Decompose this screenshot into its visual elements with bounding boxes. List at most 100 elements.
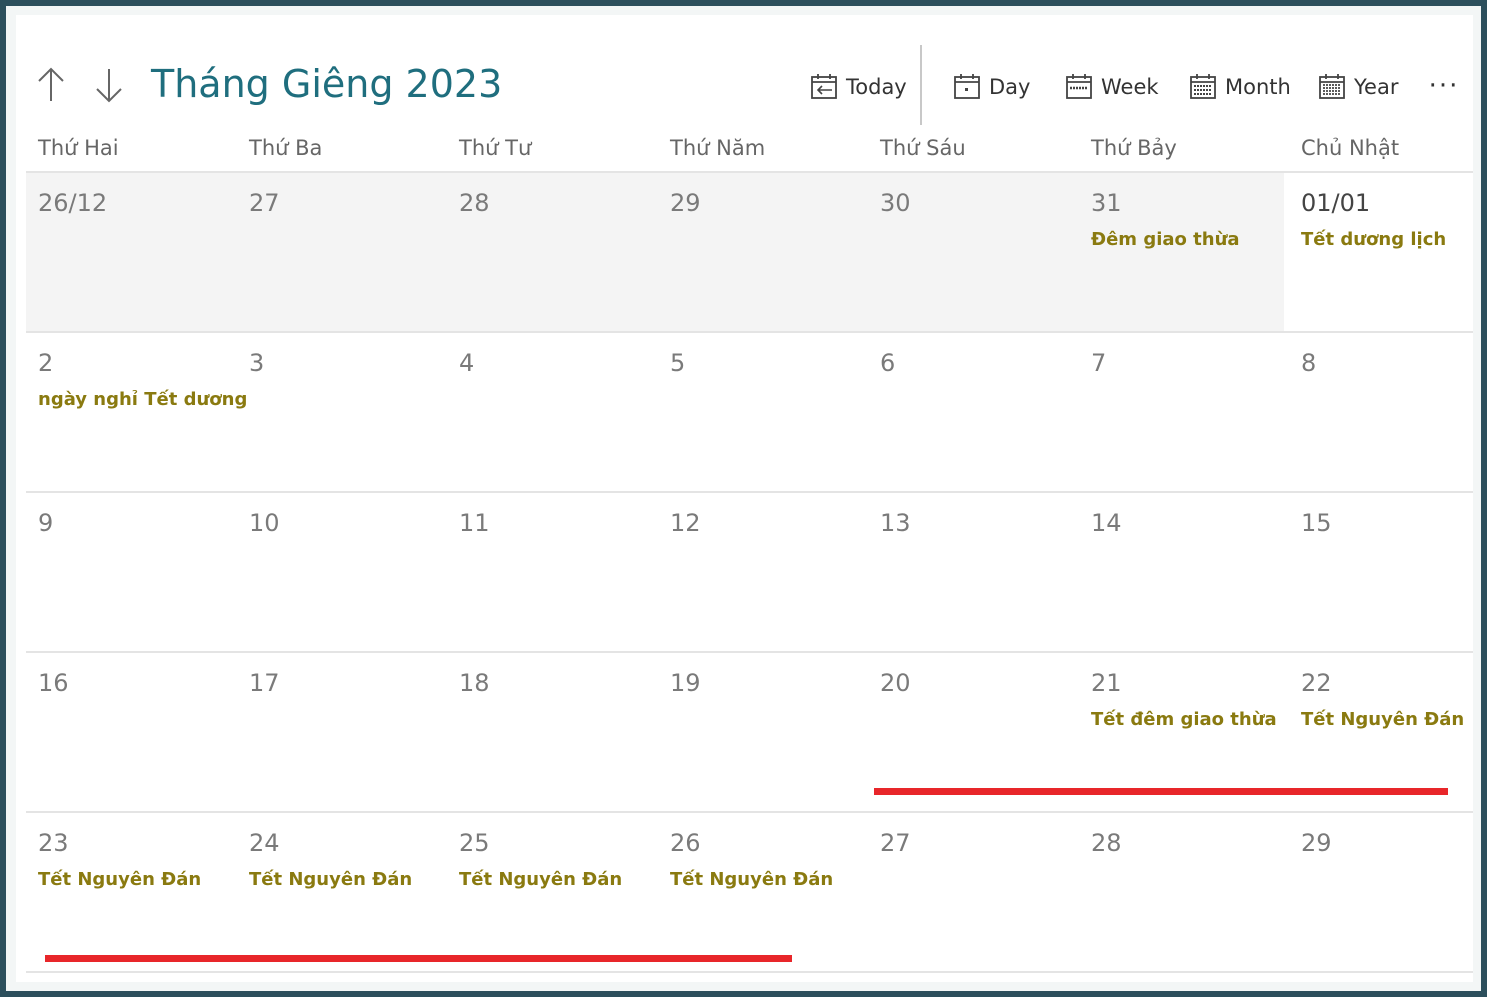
holiday-event[interactable]: Tết Nguyên Đán <box>459 869 622 890</box>
toolbar-separator <box>920 45 922 125</box>
day-cell[interactable]: 27 <box>237 173 447 331</box>
day-cell[interactable]: 25 Tết Nguyên Đán <box>447 813 657 971</box>
day-number: 15 <box>1301 509 1332 537</box>
day-number: 13 <box>880 509 911 537</box>
day-number: 24 <box>249 829 280 857</box>
next-month-button[interactable] <box>92 65 126 105</box>
holiday-event[interactable]: Đêm giao thừa <box>1091 229 1240 250</box>
day-cell[interactable]: 11 <box>447 493 657 651</box>
holiday-event[interactable]: Tết dương lịch <box>1301 229 1446 250</box>
highlight-underline <box>45 955 792 962</box>
day-cell[interactable]: 30 <box>868 173 1078 331</box>
grid-line <box>26 971 1473 973</box>
calendar-month-icon <box>1190 74 1216 99</box>
day-cell[interactable]: 10 <box>237 493 447 651</box>
day-cell[interactable]: 26/12 <box>26 173 236 331</box>
day-number: 3 <box>249 349 265 377</box>
arrow-down-icon <box>96 69 122 103</box>
day-number: 29 <box>1301 829 1332 857</box>
weekday-wednesday: Thứ Tư <box>459 136 532 160</box>
day-number: 20 <box>880 669 911 697</box>
holiday-event[interactable]: Tết Nguyên Đán <box>38 869 201 890</box>
day-number: 11 <box>459 509 490 537</box>
month-title: Tháng Giêng 2023 <box>151 62 503 106</box>
holiday-event[interactable]: Tết Nguyên Đán <box>670 869 833 890</box>
day-cell[interactable]: 29 <box>1289 813 1473 971</box>
day-number: 18 <box>459 669 490 697</box>
day-cell[interactable]: 2 ngày nghỉ Tết dương <box>26 333 247 491</box>
day-number: 28 <box>459 189 490 217</box>
day-number: 4 <box>459 349 475 377</box>
day-number: 31 <box>1091 189 1122 217</box>
day-cell[interactable]: 4 <box>447 333 657 491</box>
more-options-button[interactable]: ··· <box>1426 71 1462 101</box>
day-number: 5 <box>670 349 686 377</box>
day-number: 16 <box>38 669 69 697</box>
day-number: 28 <box>1091 829 1122 857</box>
today-label: Today <box>846 75 907 99</box>
year-label: Year <box>1354 75 1399 99</box>
calendar-today-icon <box>811 74 837 99</box>
day-cell[interactable]: 7 <box>1079 333 1289 491</box>
day-number: 30 <box>880 189 911 217</box>
day-cell[interactable]: 12 <box>658 493 868 651</box>
day-cell[interactable]: 01/01 Tết dương lịch <box>1289 173 1473 331</box>
screenshot-frame: Tháng Giêng 2023 Today Day Week Month Ye… <box>6 6 1481 991</box>
day-cell[interactable]: 5 <box>658 333 868 491</box>
day-cell[interactable]: 31 Đêm giao thừa <box>1079 173 1289 331</box>
month-view-button[interactable]: Month <box>1189 67 1291 107</box>
day-cell[interactable]: 24 Tết Nguyên Đán <box>237 813 447 971</box>
previous-month-button[interactable] <box>34 65 68 105</box>
holiday-event[interactable]: Tết Nguyên Đán <box>1301 709 1464 730</box>
holiday-event[interactable]: Tết Nguyên Đán <box>249 869 412 890</box>
day-number: 2 <box>38 349 54 377</box>
highlight-underline <box>874 788 1448 795</box>
day-number: 22 <box>1301 669 1332 697</box>
month-label: Month <box>1225 75 1291 99</box>
day-cell[interactable]: 3 <box>237 333 447 491</box>
weekday-saturday: Thứ Bảy <box>1091 136 1177 160</box>
day-cell[interactable]: 19 <box>658 653 868 811</box>
day-number: 17 <box>249 669 280 697</box>
day-number: 26 <box>670 829 701 857</box>
day-number: 25 <box>459 829 490 857</box>
year-view-button[interactable]: Year <box>1318 67 1398 107</box>
today-button[interactable]: Today <box>810 67 907 107</box>
day-number: 19 <box>670 669 701 697</box>
day-number: 9 <box>38 509 54 537</box>
week-view-button[interactable]: Week <box>1065 67 1159 107</box>
day-cell[interactable]: 15 <box>1289 493 1473 651</box>
day-cell[interactable]: 28 <box>447 173 657 331</box>
day-cell[interactable]: 29 <box>658 173 868 331</box>
day-cell[interactable]: 9 <box>26 493 236 651</box>
calendar-app: Tháng Giêng 2023 Today Day Week Month Ye… <box>16 15 1473 982</box>
holiday-event[interactable]: Tết đêm giao thừa <box>1091 709 1277 730</box>
calendar-day-icon <box>954 74 980 99</box>
day-cell[interactable]: 26 Tết Nguyên Đán <box>658 813 868 971</box>
day-cell[interactable]: 27 <box>868 813 1078 971</box>
day-number: 12 <box>670 509 701 537</box>
calendar-week-icon <box>1066 74 1092 99</box>
day-number: 21 <box>1091 669 1122 697</box>
day-cell[interactable]: 17 <box>237 653 447 811</box>
day-number: 27 <box>880 829 911 857</box>
weekday-friday: Thứ Sáu <box>880 136 966 160</box>
day-number: 10 <box>249 509 280 537</box>
day-number: 29 <box>670 189 701 217</box>
holiday-event[interactable]: ngày nghỉ Tết dương <box>38 389 247 410</box>
day-cell[interactable]: 14 <box>1079 493 1289 651</box>
day-number: 7 <box>1091 349 1107 377</box>
day-cell[interactable]: 16 <box>26 653 236 811</box>
day-cell[interactable]: 18 <box>447 653 657 811</box>
day-cell[interactable]: 13 <box>868 493 1078 651</box>
day-cell[interactable]: 8 <box>1289 333 1473 491</box>
day-label: Day <box>989 75 1031 99</box>
day-cell[interactable]: 28 <box>1079 813 1289 971</box>
day-number: 23 <box>38 829 69 857</box>
day-cell[interactable]: 6 <box>868 333 1078 491</box>
day-number: 27 <box>249 189 280 217</box>
day-view-button[interactable]: Day <box>953 67 1030 107</box>
day-number: 26/12 <box>38 189 108 217</box>
day-cell[interactable]: 23 Tết Nguyên Đán <box>26 813 236 971</box>
day-number: 14 <box>1091 509 1122 537</box>
